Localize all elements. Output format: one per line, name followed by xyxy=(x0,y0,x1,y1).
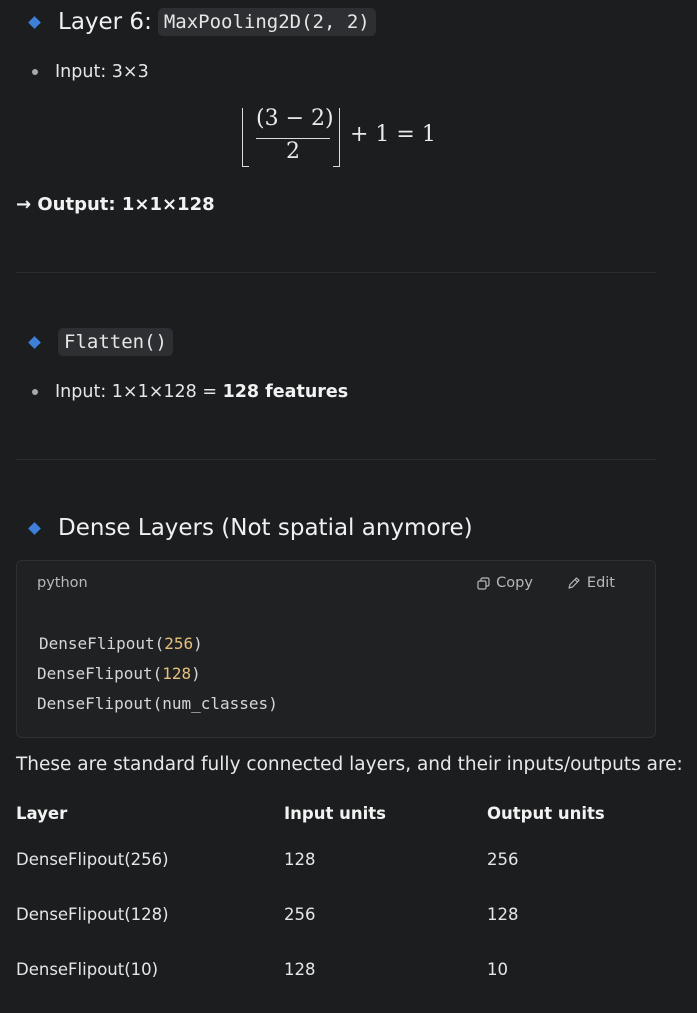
code-line: DenseFlipout(256) xyxy=(37,629,278,659)
table-cell: 128 xyxy=(284,850,316,869)
dense-layers-table: Layer Input units Output units DenseFlip… xyxy=(16,796,656,999)
table-row: DenseFlipout(256) 128 256 xyxy=(16,834,656,889)
code-line: DenseFlipout(128) xyxy=(37,659,278,689)
table-cell: 256 xyxy=(487,850,519,869)
layer6-heading-label: Layer 6: xyxy=(58,9,152,35)
layer6-input-text: Input: 3×3 xyxy=(55,62,149,82)
table-header-cell: Layer xyxy=(16,804,68,823)
formula-rest: + 1 = 1 xyxy=(350,122,436,147)
code-paren: ) xyxy=(191,664,201,683)
left-floor-bracket xyxy=(242,108,249,167)
edit-button[interactable]: Edit xyxy=(567,575,615,591)
flatten-heading: Flatten() xyxy=(27,328,173,356)
formula-numerator: (3 − 2) xyxy=(256,106,334,131)
diamond-bullet-icon xyxy=(28,521,41,535)
copy-icon xyxy=(477,576,490,590)
code-actions: Copy Edit xyxy=(477,575,615,591)
code-block: python Copy Edit DenseFlipout(256) Dense… xyxy=(16,560,656,738)
code-number: 128 xyxy=(162,664,192,683)
diamond-bullet-icon xyxy=(28,15,41,29)
edit-label: Edit xyxy=(586,575,615,591)
table-header-cell: Input units xyxy=(284,804,386,823)
table-header-row: Layer Input units Output units xyxy=(16,796,656,834)
layer6-heading-code: MaxPooling2D(2, 2) xyxy=(157,8,376,36)
code-line: DenseFlipout(num_classes) xyxy=(37,689,278,719)
dense-heading: Dense Layers (Not spatial anymore) xyxy=(27,515,473,541)
table-row: DenseFlipout(128) 256 128 xyxy=(16,889,656,944)
table-cell: DenseFlipout(128) xyxy=(16,905,169,924)
layer6-output: → Output: 1×1×128 xyxy=(16,194,215,215)
diamond-bullet-icon xyxy=(28,335,41,349)
table-cell: 128 xyxy=(284,960,316,979)
table-cell: 256 xyxy=(284,905,316,924)
right-floor-bracket xyxy=(333,108,340,167)
section-divider xyxy=(16,459,656,460)
section-divider xyxy=(16,272,656,273)
code-fn: DenseFlipout( xyxy=(39,634,165,653)
layer6-heading: Layer 6: MaxPooling2D(2, 2) xyxy=(27,8,376,36)
copy-button[interactable]: Copy xyxy=(477,575,533,591)
table-cell: DenseFlipout(10) xyxy=(16,960,159,979)
layer6-input-item: Input: 3×3 xyxy=(32,62,149,82)
table-header-cell: Output units xyxy=(487,804,605,823)
copy-label: Copy xyxy=(496,575,533,591)
dense-heading-text: Dense Layers (Not spatial anymore) xyxy=(58,515,473,541)
table-row: DenseFlipout(10) 128 10 xyxy=(16,944,656,999)
table-cell: 10 xyxy=(487,960,508,979)
table-cell: 128 xyxy=(487,905,519,924)
code-paren: ) xyxy=(193,634,203,653)
dense-paragraph: These are standard fully connected layer… xyxy=(16,754,683,775)
table-cell: DenseFlipout(256) xyxy=(16,850,169,869)
bullet-dot-icon xyxy=(32,389,38,395)
code-language-label: python xyxy=(37,575,88,591)
code-content: DenseFlipout(256) DenseFlipout(128) Dens… xyxy=(37,629,278,719)
chat-response-page: Layer 6: MaxPooling2D(2, 2) Input: 3×3 (… xyxy=(0,0,697,1013)
code-fn: DenseFlipout( xyxy=(37,664,163,683)
code-fn: DenseFlipout(num_classes) xyxy=(37,694,278,713)
code-number: 256 xyxy=(164,634,194,653)
flatten-input-item: Input: 1×1×128 = 128 features xyxy=(32,382,348,402)
formula-denominator: 2 xyxy=(286,139,300,164)
edit-pencil-icon xyxy=(568,577,580,589)
flatten-input-bold: 128 features xyxy=(222,382,349,402)
flatten-heading-code: Flatten() xyxy=(58,328,173,356)
flatten-input-prefix: Input: 1×1×128 = xyxy=(55,382,223,402)
bullet-dot-icon xyxy=(32,69,38,75)
